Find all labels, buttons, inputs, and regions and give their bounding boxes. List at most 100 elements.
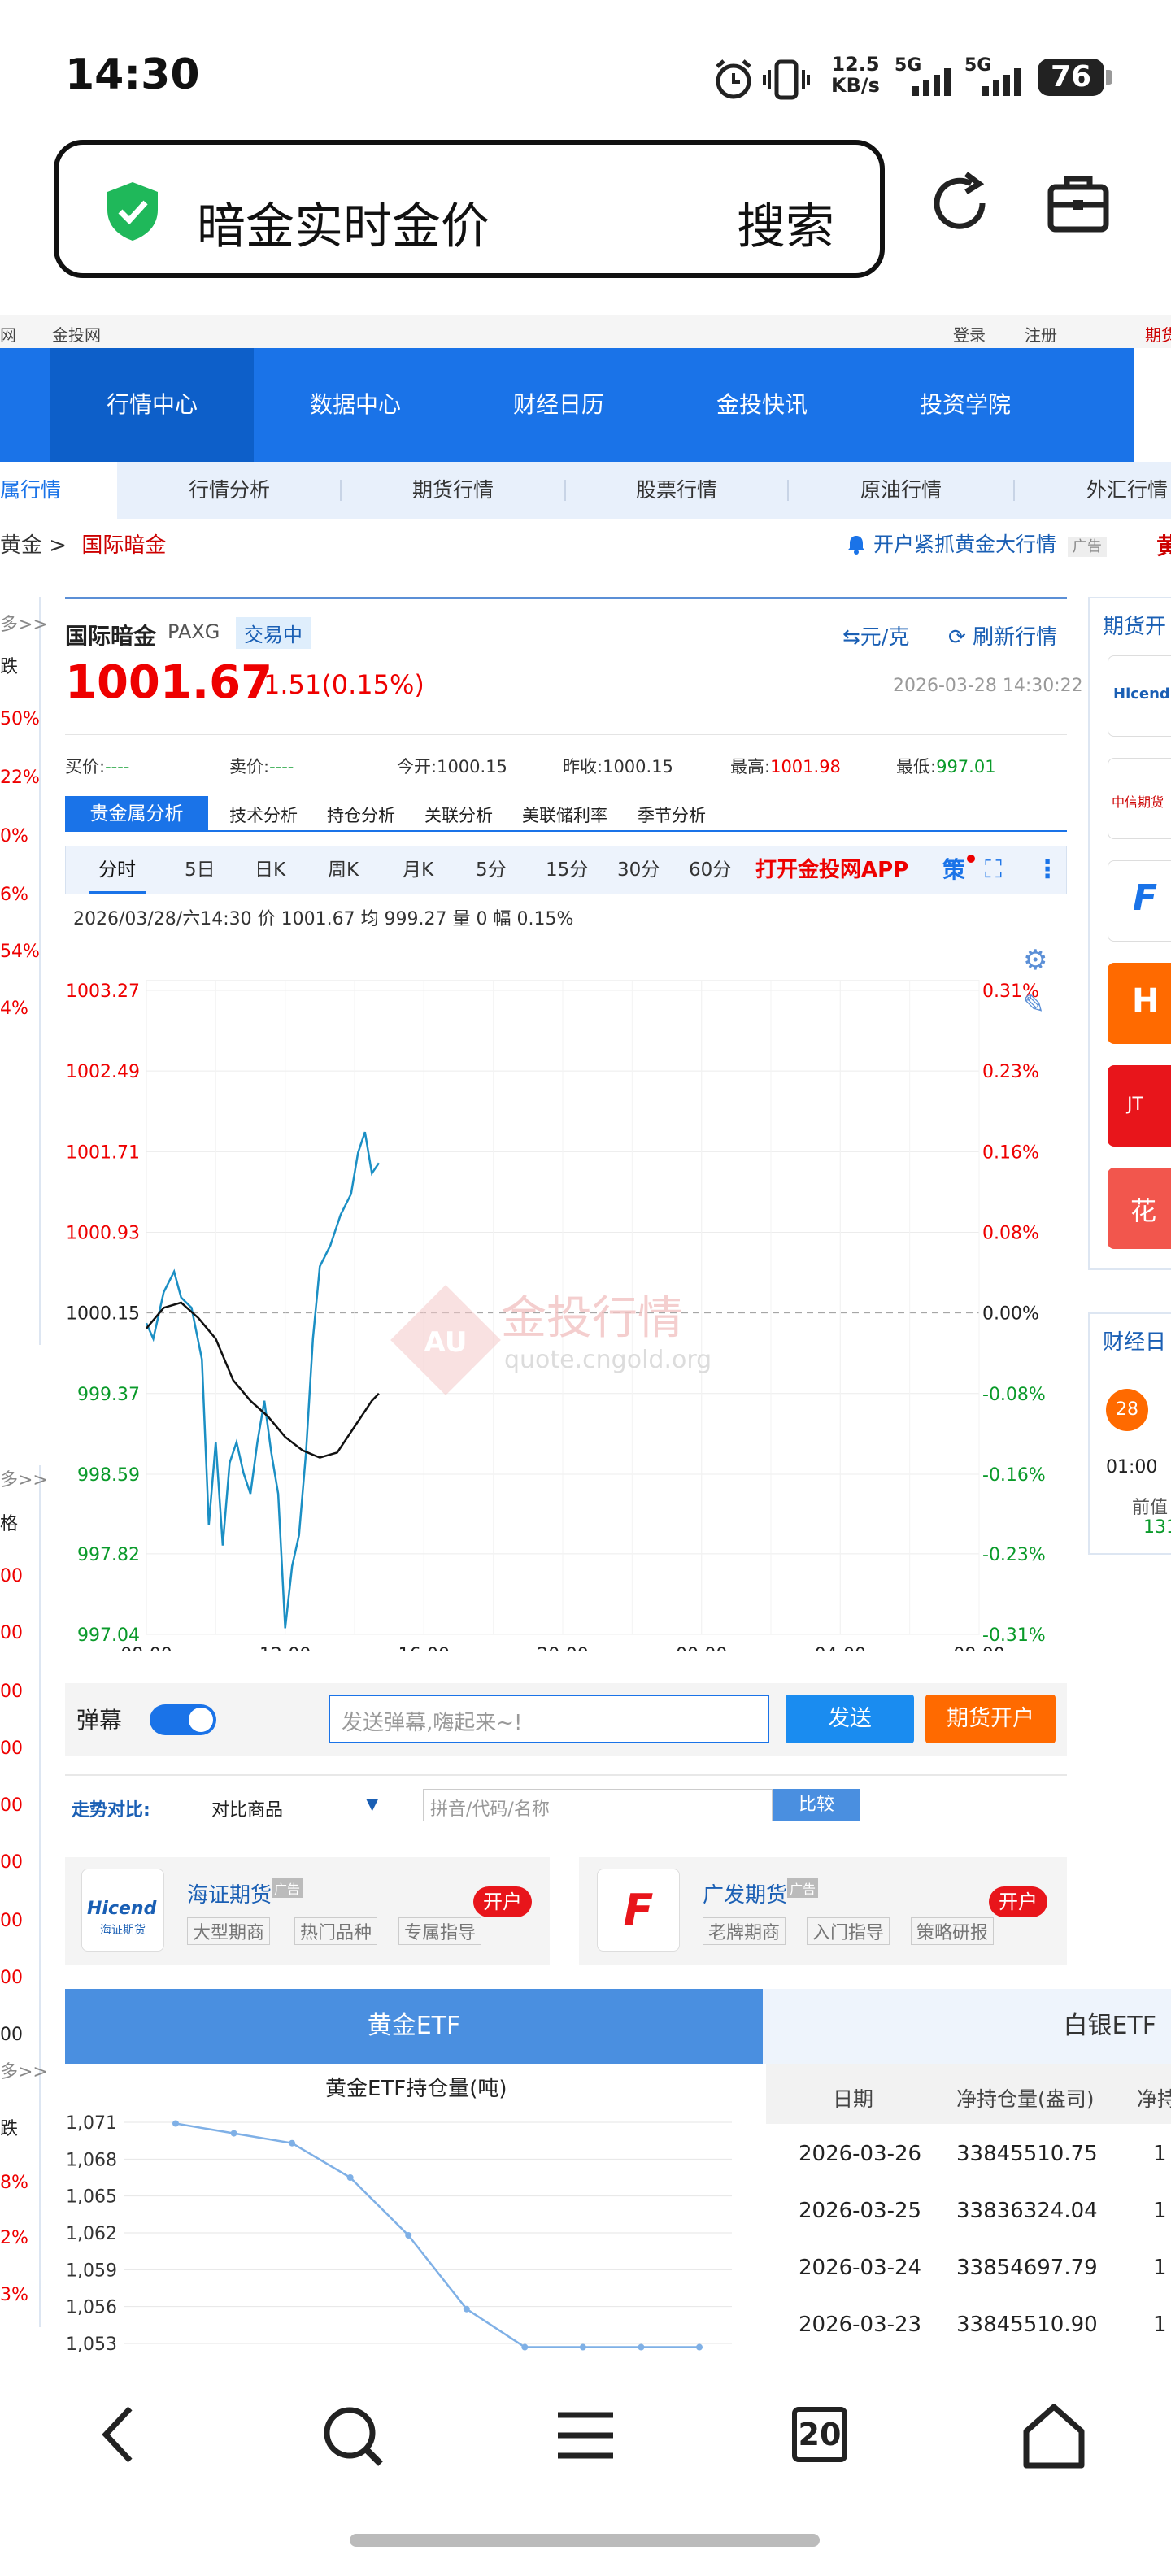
- fullscreen-icon[interactable]: ⛶: [985, 846, 1002, 894]
- more-vert-icon[interactable]: ⋮: [1035, 846, 1060, 894]
- strategy-button[interactable]: 策: [942, 846, 965, 894]
- more-link[interactable]: 多>>: [0, 2057, 48, 2083]
- net-speed-value: 12.5: [831, 53, 880, 76]
- broker-logo-jt[interactable]: JT: [1108, 1065, 1171, 1147]
- tab-correlation[interactable]: 关联分析: [424, 803, 493, 827]
- more-link[interactable]: 多>>: [0, 1465, 48, 1491]
- broker-logo-hicend[interactable]: Hicend: [1108, 655, 1171, 737]
- tab-gold-etf[interactable]: 黄金ETF: [65, 1989, 763, 2064]
- broker-logo-citic[interactable]: 中信期货: [1108, 758, 1171, 839]
- reload-icon[interactable]: [925, 169, 994, 237]
- chart-period-tabs: 分时 5日 日K 周K 月K 5分 15分 30分 60分 打开金投网APP 策…: [65, 846, 1067, 894]
- register-link[interactable]: 注册: [1025, 322, 1057, 346]
- broker-logo-h[interactable]: H: [1108, 963, 1171, 1044]
- danmaku-bar: 弹幕 发送弹幕,嗨起来~! 发送 期货开户: [65, 1683, 1067, 1756]
- tab-silver-etf[interactable]: 白银ETF: [763, 1989, 1171, 2064]
- back-icon[interactable]: [94, 2402, 143, 2467]
- futures-account-button[interactable]: 期货开户: [925, 1695, 1056, 1743]
- etf-data-point: [172, 2120, 179, 2127]
- broker-card-hicend[interactable]: Hicend 海证期货 海证期货 广告 开户 大型期商 热门品种 专属指导: [65, 1857, 550, 1965]
- tab-5min[interactable]: 5分: [476, 846, 507, 894]
- ask-value: ----: [269, 757, 294, 777]
- subnav-futures[interactable]: 期货行情: [342, 462, 564, 519]
- address-text[interactable]: 暗金实时金价: [197, 187, 490, 258]
- ad-banner-link[interactable]: 开户紧抓黄金大行情 广告: [846, 529, 1107, 558]
- nav-data-center[interactable]: 数据中心: [254, 348, 457, 462]
- open-app-link[interactable]: 打开金投网APP: [755, 846, 908, 894]
- compare-button[interactable]: 比较: [773, 1789, 860, 1821]
- subnav-oil[interactable]: 原油行情: [789, 462, 1013, 519]
- open-account-button[interactable]: 开户: [989, 1886, 1047, 1917]
- left-pct: 54%: [0, 942, 40, 962]
- tab-monthly-k[interactable]: 月K: [403, 846, 433, 894]
- futures-link[interactable]: 期货: [1145, 322, 1171, 346]
- tab-weekly-k[interactable]: 周K: [328, 846, 359, 894]
- tabs-count-button[interactable]: 20: [792, 2407, 847, 2462]
- search-icon[interactable]: [319, 2402, 387, 2470]
- chevron-down-icon[interactable]: ▼: [366, 1794, 378, 1813]
- y-tick-label: 1001.71: [66, 1142, 140, 1163]
- tab-precious-metals[interactable]: 贵金属分析: [65, 796, 208, 832]
- y-tick-label: 1,065: [66, 2187, 117, 2208]
- danmaku-input[interactable]: 发送弹幕,嗨起来~!: [329, 1695, 769, 1743]
- subnav-forex[interactable]: 外汇行情: [1015, 462, 1171, 519]
- tab-15min[interactable]: 15分: [546, 846, 588, 894]
- topbar-left-1[interactable]: 金投网: [52, 322, 101, 346]
- y-tick-label: 1000.93: [66, 1223, 140, 1243]
- danmaku-toggle[interactable]: [150, 1704, 216, 1735]
- left-val: 00: [0, 1623, 23, 1643]
- login-link[interactable]: 登录: [953, 322, 986, 346]
- swap-icon: ⇆: [842, 625, 860, 650]
- breadcrumb-parent[interactable]: 黄金 >: [0, 533, 67, 558]
- danmaku-send-button[interactable]: 发送: [786, 1695, 914, 1743]
- alarm-icon: [716, 59, 751, 99]
- compare-input[interactable]: 拼音/代码/名称: [423, 1789, 773, 1821]
- tab-seasonal[interactable]: 季节分析: [638, 803, 706, 827]
- tab-5day[interactable]: 5日: [185, 846, 215, 894]
- nav-academy[interactable]: 投资学院: [864, 348, 1067, 462]
- tab-daily-k[interactable]: 日K: [255, 846, 285, 894]
- broker-logo-hua[interactable]: 花: [1108, 1168, 1171, 1249]
- address-bar[interactable]: 暗金实时金价 搜索: [54, 140, 885, 278]
- hicend-logo-text: Hicend: [87, 1899, 157, 1919]
- date-badge[interactable]: 28: [1106, 1389, 1148, 1431]
- etf-section: 黄金ETF 白银ETF 黄金ETF持仓量(吨) 1,071 1,068 1,065 1…: [65, 1989, 1171, 2352]
- more-link[interactable]: 多>>: [0, 610, 48, 636]
- gesture-bar[interactable]: [350, 2534, 820, 2547]
- nav-quote-center[interactable]: 行情中心: [50, 348, 254, 462]
- y-tick-label: 1003.27: [66, 981, 140, 1002]
- ask-row: 卖价:----: [229, 754, 294, 778]
- tab-intraday[interactable]: 分时: [89, 846, 146, 894]
- topbar-left-0[interactable]: 网: [0, 322, 16, 346]
- tab-position[interactable]: 持仓分析: [327, 803, 395, 827]
- nav-flash-news[interactable]: 金投快讯: [660, 348, 864, 462]
- tab-fed-rate[interactable]: 美联储利率: [522, 803, 607, 827]
- etf-holdings-chart[interactable]: 1,071 1,068 1,065 1,062 1,059 1,056 1,053: [65, 2103, 740, 2352]
- menu-icon[interactable]: [555, 2407, 616, 2464]
- refresh-quote-button[interactable]: ⟳ 刷新行情: [948, 620, 1057, 651]
- subnav-metals[interactable]: 属行情: [0, 462, 117, 519]
- open-account-button[interactable]: 开户: [473, 1886, 532, 1917]
- row-oz: 33854697.79: [956, 2256, 1098, 2280]
- broker-logo-gf[interactable]: F: [1108, 860, 1171, 942]
- open-value: 1000.15: [437, 757, 507, 777]
- toolbox-icon[interactable]: [1046, 171, 1111, 236]
- compare-select[interactable]: 对比商品: [211, 1795, 283, 1821]
- home-icon[interactable]: [1020, 2402, 1088, 2470]
- left-partial-panel: 多>> 跌 50% 22% 0% 6% 54% 4%: [0, 597, 48, 1345]
- subnav-analysis[interactable]: 行情分析: [117, 462, 342, 519]
- unit-toggle[interactable]: ⇆元/克: [842, 620, 910, 651]
- left-val: 00: [0, 1968, 23, 1988]
- tab-technical[interactable]: 技术分析: [229, 803, 298, 827]
- nav-finance-calendar[interactable]: 财经日历: [457, 348, 660, 462]
- shield-check-icon: [107, 182, 158, 241]
- y-tick-label-right: -0.16%: [982, 1465, 1046, 1486]
- price-chart[interactable]: 1003.27 0.31%1002.49 0.23%1001.71 0.16%1000…: [65, 894, 1067, 1651]
- breadcrumb: 黄金 > 国际暗金: [0, 529, 166, 559]
- subnav-stocks[interactable]: 股票行情: [566, 462, 787, 519]
- tab-60min[interactable]: 60分: [689, 846, 731, 894]
- broker-card-gf[interactable]: F 广发期货 广告 开户 老牌期商 入门指导 策略研报: [579, 1857, 1067, 1965]
- tab-30min[interactable]: 30分: [617, 846, 660, 894]
- search-button[interactable]: 搜索: [737, 187, 834, 258]
- vibrate-icon: [763, 59, 810, 100]
